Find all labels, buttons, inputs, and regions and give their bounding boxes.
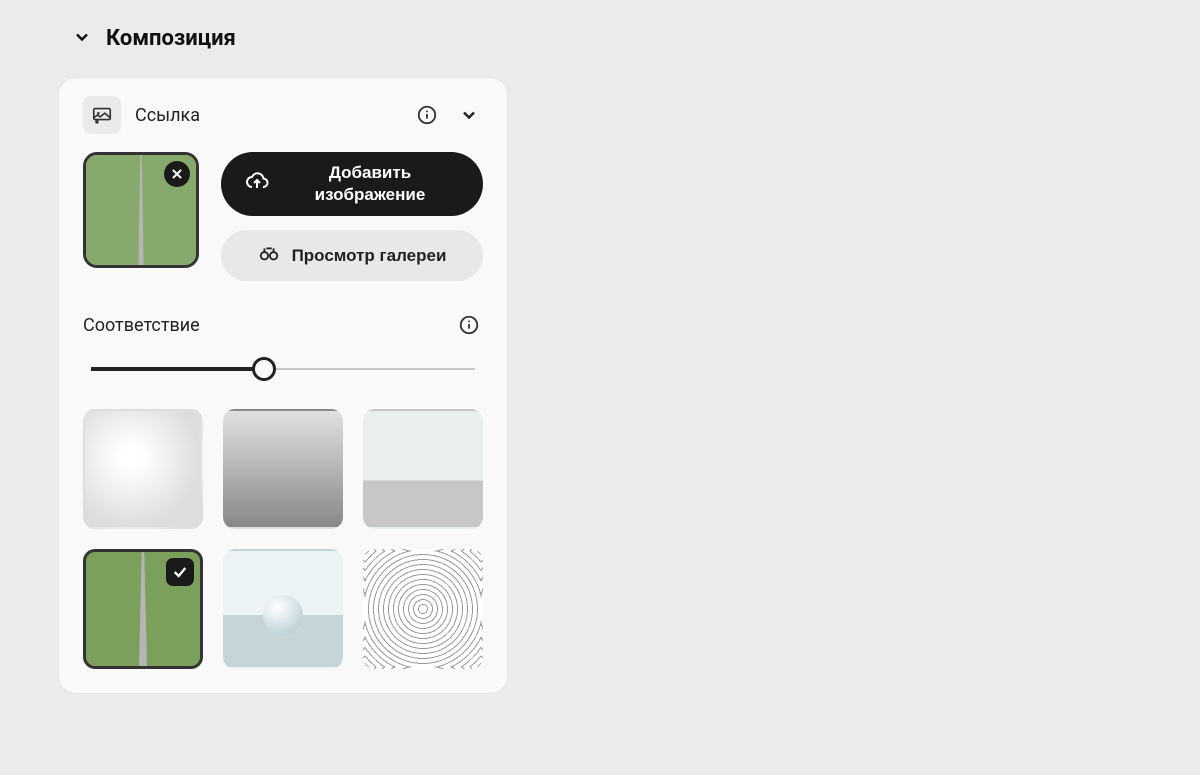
upload-icon	[245, 169, 269, 199]
gallery-item-sphere-render[interactable]	[223, 549, 343, 669]
slider-fill	[91, 367, 264, 371]
check-icon	[166, 558, 194, 586]
reference-title: Ссылка	[135, 105, 399, 126]
composition-panel: Композиция Ссылка	[0, 0, 540, 775]
add-image-label: Добавить изображение	[281, 162, 459, 206]
gallery-item-bird-lineart[interactable]	[83, 409, 203, 529]
section-title: Композиция	[106, 26, 236, 51]
strength-slider[interactable]	[91, 355, 475, 383]
strength-label: Соответствие	[83, 315, 455, 336]
preview-panel	[540, 0, 1200, 775]
gallery-item-road-aerial[interactable]	[83, 549, 203, 669]
composition-card: Ссылка Добавить изображение	[58, 77, 508, 694]
gallery-item-living-room[interactable]	[363, 409, 483, 529]
info-icon[interactable]	[455, 311, 483, 339]
chevron-down-icon	[72, 27, 92, 51]
strength-row: Соответствие	[83, 311, 483, 339]
gallery-item-owl-lineart[interactable]	[363, 549, 483, 669]
slider-handle[interactable]	[252, 357, 276, 381]
gallery-item-mountain-bw[interactable]	[223, 409, 343, 529]
reference-area: Добавить изображение Просмотр галереи	[83, 152, 483, 281]
section-header[interactable]: Композиция	[58, 18, 508, 59]
add-image-button[interactable]: Добавить изображение	[221, 152, 483, 216]
reference-row-header: Ссылка	[83, 96, 483, 134]
reference-thumbnail[interactable]	[83, 152, 199, 268]
info-icon[interactable]	[413, 101, 441, 129]
browse-gallery-label: Просмотр галереи	[292, 246, 447, 266]
browse-gallery-button[interactable]: Просмотр галереи	[221, 230, 483, 281]
remove-reference-button[interactable]	[164, 161, 190, 187]
chevron-down-icon[interactable]	[455, 101, 483, 129]
binoculars-icon	[258, 242, 280, 269]
reference-icon	[83, 96, 121, 134]
gallery-grid	[83, 409, 483, 669]
